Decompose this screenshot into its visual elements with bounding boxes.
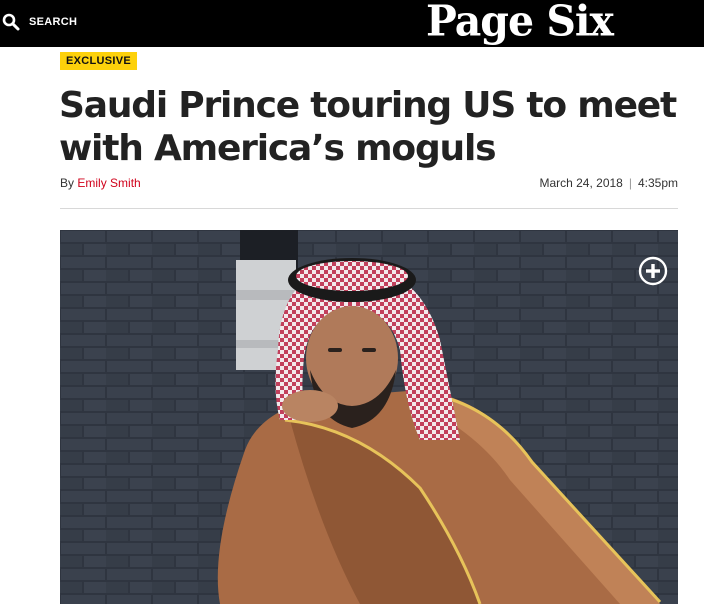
publish-time: 4:35pm [637,176,678,190]
search-icon [2,13,20,31]
page-six-logo[interactable]: Page Six [426,0,614,45]
byline-prefix: By [60,176,75,190]
article-headline: Saudi Prince touring US to meet with Ame… [59,85,677,169]
publish-dateline: March 24, 2018 | 4:35pm [539,176,678,190]
byline: By Emily Smith [60,176,141,190]
date-time-separator: | [628,176,632,190]
search-button[interactable]: SEARCH [2,10,77,34]
publish-date: March 24, 2018 [539,176,623,190]
exclusive-badge[interactable]: EXCLUSIVE [60,52,138,70]
plus-circle-icon[interactable] [638,256,668,286]
top-navigation-bar: SEARCH Page Six [0,0,704,47]
article-photo[interactable] [60,230,678,604]
header-divider [60,208,678,209]
search-label: SEARCH [29,16,78,28]
author-link[interactable]: Emily Smith [77,176,140,190]
